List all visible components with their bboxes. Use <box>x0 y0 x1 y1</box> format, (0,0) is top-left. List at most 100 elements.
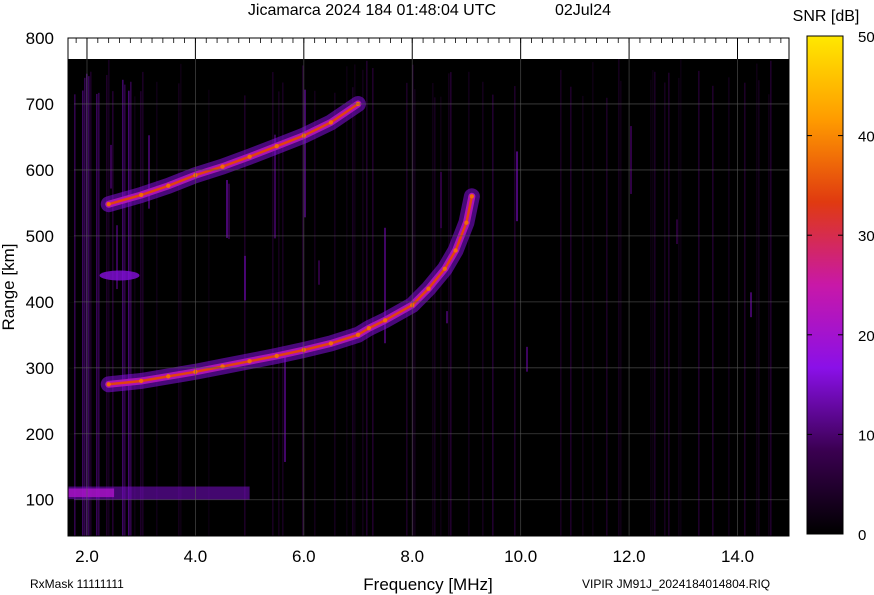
noise-stripe <box>712 85 714 537</box>
noise-stripe <box>122 79 124 536</box>
noise-stripe <box>650 79 652 536</box>
chart-date: 02Jul24 <box>555 2 611 19</box>
echo-point <box>274 143 279 149</box>
noise-stripe <box>334 92 336 536</box>
noise-stripe <box>434 97 436 537</box>
echo-point <box>464 220 469 225</box>
noise-stripe <box>676 219 678 245</box>
noise-stripe <box>134 96 136 536</box>
noise-stripe <box>304 89 306 218</box>
noise-stripe <box>130 81 132 536</box>
colorbar <box>806 35 844 535</box>
noise-stripe <box>124 84 126 536</box>
colorbar-tick-label: 10 <box>858 427 874 444</box>
noise-stripe <box>432 82 434 536</box>
echo-point <box>166 183 171 188</box>
noise-stripe <box>468 71 470 537</box>
noise-stripe <box>440 96 442 537</box>
noise-stripe <box>96 93 98 536</box>
colorbar-tick-label: 30 <box>858 228 874 245</box>
noise-stripe <box>178 83 180 536</box>
noise-stripe <box>652 70 654 537</box>
noise-blob <box>99 270 140 281</box>
x-tick-label: 14.0 <box>721 547 754 566</box>
echo-point <box>247 154 252 159</box>
noise-stripe <box>112 91 114 536</box>
noise-stripe <box>582 95 584 537</box>
colorbar-tick-label: 20 <box>858 328 874 345</box>
noise-stripe <box>314 90 316 536</box>
y-tick-label: 500 <box>26 227 54 246</box>
noise-stripe <box>244 255 246 301</box>
y-tick-label: 800 <box>26 29 54 48</box>
noise-stripe <box>74 94 76 537</box>
y-axis-label: Range [km] <box>0 244 18 331</box>
noise-stripe <box>630 126 632 194</box>
echo-point <box>382 318 388 323</box>
noise-stripe <box>620 80 622 536</box>
noise-stripe <box>592 62 594 536</box>
x-tick-label: 6.0 <box>292 547 316 566</box>
noise-stripe <box>680 59 682 537</box>
noise-stripe <box>514 86 516 536</box>
noise-stripe <box>366 60 368 537</box>
echo-point <box>106 202 111 207</box>
noise-stripe <box>606 97 608 537</box>
x-tick-label: 2.0 <box>75 547 99 566</box>
echo-point <box>328 341 334 346</box>
noise-stripe <box>352 87 354 536</box>
y-tick-label: 100 <box>26 491 54 510</box>
echo-point <box>138 378 144 384</box>
y-tick-label: 600 <box>26 161 54 180</box>
echo-point <box>274 353 279 359</box>
colorbar-title: SNR [dB] <box>793 8 860 25</box>
x-axis-label: Frequency [MHz] <box>363 575 492 594</box>
echo-point <box>469 194 475 199</box>
noise-stripe <box>756 63 758 536</box>
noise-stripe <box>492 94 494 537</box>
noise-stripe <box>142 71 144 536</box>
noise-stripe <box>346 66 348 536</box>
noise-stripe <box>728 77 730 536</box>
noise-stripe <box>516 151 518 222</box>
noise-stripe <box>750 292 752 318</box>
echo-point <box>220 164 225 169</box>
noise-stripe <box>226 180 228 238</box>
file-label: VIPIR JM91J_2024184014804.RIQ <box>582 577 770 591</box>
colorbar-tick-label: 0 <box>858 527 866 544</box>
noise-stripe <box>284 356 286 462</box>
noise-stripe <box>664 82 666 536</box>
colorbar-tick-label: 50 <box>858 29 874 46</box>
noise-stripe <box>668 72 670 536</box>
noise-stripe <box>654 71 656 536</box>
noise-stripe <box>108 59 110 536</box>
noise-stripe <box>98 92 100 537</box>
noise-stripe <box>744 82 746 537</box>
x-tick-label: 8.0 <box>400 547 424 566</box>
echo-point <box>106 382 111 387</box>
echo-point <box>328 120 334 125</box>
noise-stripe <box>82 90 84 537</box>
noise-stripe <box>208 89 210 537</box>
x-tick-label: 10.0 <box>504 547 537 566</box>
x-tick-label: 12.0 <box>613 547 646 566</box>
noise-stripe <box>482 81 484 537</box>
noise-stripe <box>768 94 770 537</box>
noise-stripe <box>770 60 772 536</box>
y-tick-label: 700 <box>26 95 54 114</box>
y-tick-label: 200 <box>26 425 54 444</box>
noise-stripe <box>90 71 92 537</box>
echo-point <box>166 374 171 379</box>
noise-stripe <box>318 260 320 285</box>
echo-point <box>355 332 361 338</box>
y-tick-label: 400 <box>26 293 54 312</box>
noise-stripe <box>228 183 230 240</box>
noise-stripe <box>354 64 356 536</box>
plot-top-band <box>68 38 789 59</box>
echo-point <box>426 286 431 291</box>
echo-point <box>247 359 252 364</box>
noise-stripe <box>278 91 280 536</box>
echo-point <box>138 192 144 198</box>
noise-stripe <box>140 91 142 536</box>
colorbar-tick-label: 40 <box>858 129 874 146</box>
